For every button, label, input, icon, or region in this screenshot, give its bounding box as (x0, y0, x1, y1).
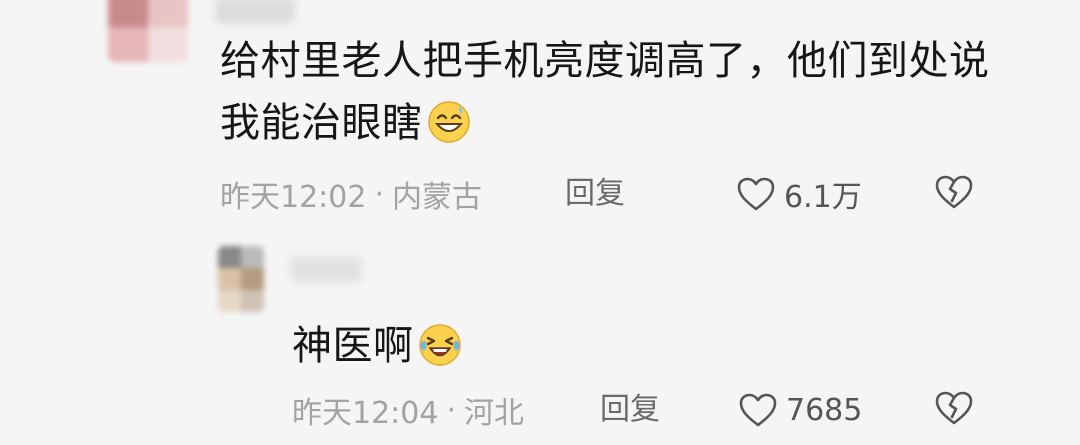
comment-meta: 昨天12:04 · 河北 (292, 390, 525, 432)
comment-time: 昨天12:04 (292, 396, 439, 431)
dislike-button[interactable] (934, 174, 974, 210)
comment-text-line-2: 我能治眼瞎 (220, 92, 990, 154)
comment-location: 河北 (464, 396, 525, 431)
comment-item: 给村里老人把手机亮度调高了，他们到处说 我能治眼瞎 昨天12:02 · 内蒙古 … (0, 0, 1080, 230)
username[interactable] (215, 0, 295, 24)
broken-heart-icon (935, 391, 973, 425)
reply-comment-item: 神医啊 昨天12:04 · 河北 回复 7685 (0, 232, 1080, 445)
laughing-crying-emoji (418, 324, 461, 366)
reply-button[interactable]: 回复 (600, 390, 660, 430)
like-button[interactable]: 7685 (738, 388, 862, 432)
meta-separator: · (446, 392, 457, 428)
comment-text: 神医啊 (292, 315, 462, 377)
comment-text-line: 神医啊 (292, 323, 414, 369)
like-count: 7685 (786, 392, 863, 428)
like-button[interactable]: 6.1万 (736, 172, 862, 216)
heart-outline-icon (737, 177, 775, 211)
comment-time: 昨天12:02 (220, 180, 367, 215)
heart-outline-icon (739, 393, 777, 427)
username[interactable] (290, 256, 362, 282)
broken-heart-icon (935, 175, 973, 209)
meta-separator: · (374, 176, 385, 212)
comment-text-line: 给村里老人把手机亮度调高了，他们到处说 (220, 38, 990, 84)
comment-text-line-1: 神医啊 (292, 315, 462, 377)
like-count: 6.1万 (784, 180, 862, 215)
avatar[interactable] (218, 246, 264, 312)
comment-location: 内蒙古 (392, 180, 483, 215)
dislike-button[interactable] (934, 390, 974, 426)
comment-meta: 昨天12:02 · 内蒙古 (220, 174, 483, 216)
reply-button[interactable]: 回复 (565, 174, 625, 214)
comment-text: 给村里老人把手机亮度调高了，他们到处说 我能治眼瞎 (220, 30, 990, 154)
avatar[interactable] (108, 0, 188, 62)
grinning-sweat-emoji (427, 101, 470, 143)
comment-text-line: 我能治眼瞎 (220, 100, 423, 146)
